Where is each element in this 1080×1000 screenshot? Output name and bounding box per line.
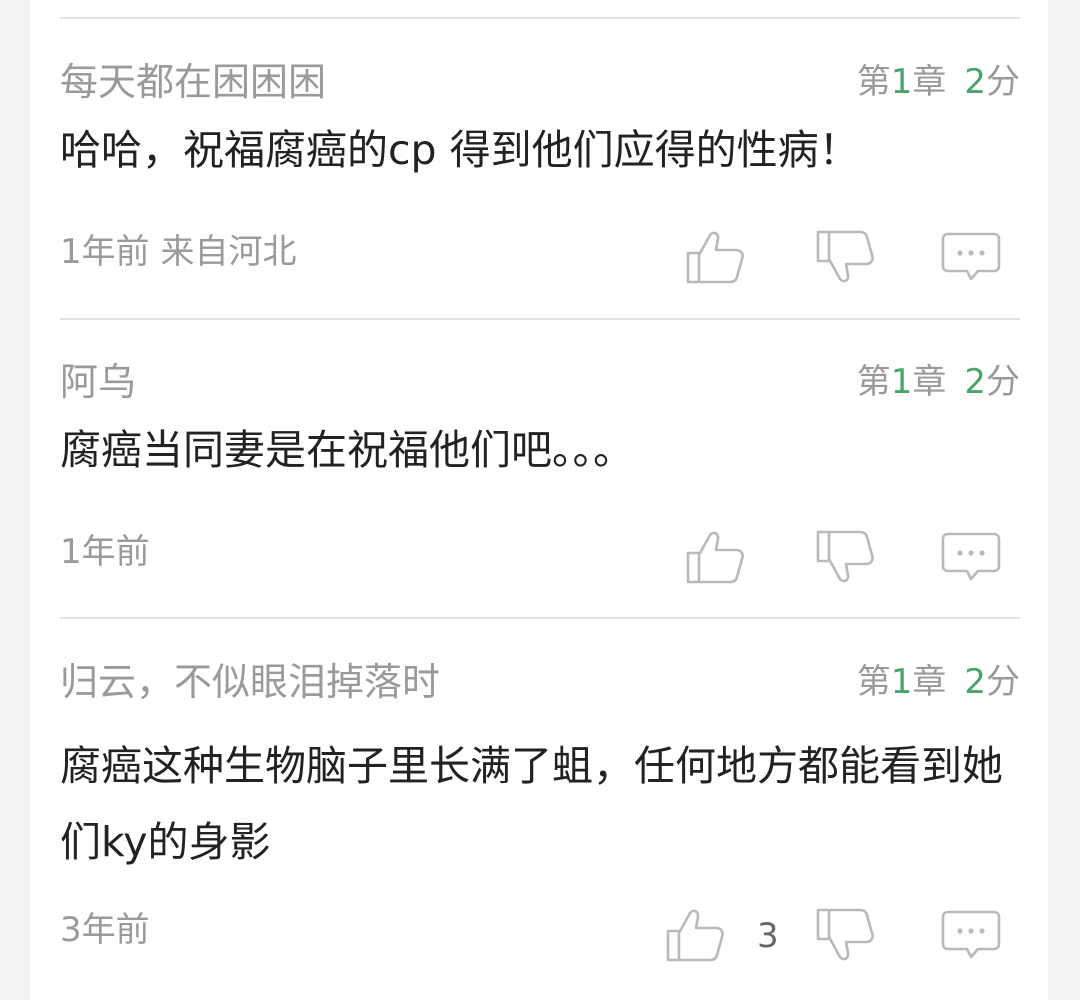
chapter-number: 1 [890,62,913,102]
chapter-prefix: 第 [856,62,891,102]
comment-time: 1年前 来自河北 [60,232,297,272]
reply-button[interactable] [940,526,1002,588]
like-button[interactable] [684,526,746,588]
comment-bubble-icon [941,910,1001,959]
rating-score: 2 [964,62,986,102]
comment-time: 3年前 [60,910,150,950]
thumbs-down-icon [816,530,874,583]
divider [60,617,1020,619]
divider [60,318,1020,320]
chapter-suffix: 章 [912,362,947,402]
comment-text: 腐癌当同妻是在祝福他们吧。。。 [60,426,634,474]
rating-score: 2 [964,662,986,702]
reply-button[interactable] [940,226,1002,288]
comment-time: 1年前 [60,532,150,572]
rating-unit: 分 [986,362,1020,402]
comment-item: 每天都在困困困 第1章 2分 哈哈，祝福腐癌的cp 得到他们应得的性病！ 1年前 … [60,58,1020,308]
dislike-button[interactable] [814,904,876,966]
comment-username[interactable]: 归云，不似眼泪掉落时 [60,658,440,706]
like-button[interactable] [684,226,746,288]
chapter-prefix: 第 [856,662,891,702]
dislike-button[interactable] [814,226,876,288]
comment-text: 腐癌这种生物脑子里长满了蛆，任何地方都能看到她们ky的身影 [60,742,1003,866]
chapter-number: 1 [890,662,913,702]
chapter-suffix: 章 [912,662,947,702]
thumbs-down-icon [816,230,874,283]
like-button[interactable] [664,904,726,966]
comment-meta: 第1章 2分 [857,360,1020,404]
thumbs-up-icon [666,909,724,962]
thumbs-up-icon [686,231,744,284]
chapter-number: 1 [890,362,913,402]
thumbs-up-icon [686,531,744,584]
rating-unit: 分 [986,62,1020,102]
divider [60,17,1020,19]
rating-unit: 分 [986,662,1020,702]
dislike-button[interactable] [814,526,876,588]
comment-item: 阿乌 第1章 2分 腐癌当同妻是在祝福他们吧。。。 1年前 [60,358,1020,608]
comment-meta: 第1章 2分 [857,660,1020,704]
comment-text: 哈哈，祝福腐癌的cp 得到他们应得的性病！ [60,126,860,174]
like-count: 3 [757,916,779,956]
comment-meta: 第1章 2分 [857,60,1020,104]
comment-username[interactable]: 每天都在困困困 [60,58,326,106]
comment-username[interactable]: 阿乌 [60,358,136,406]
comment-bubble-icon [941,232,1001,281]
comment-bubble-icon [941,532,1001,581]
rating-score: 2 [964,362,986,402]
comment-item: 归云，不似眼泪掉落时 第1章 2分 腐癌这种生物脑子里长满了蛆，任何地方都能看到她… [60,658,1020,978]
reply-button[interactable] [940,904,1002,966]
chapter-prefix: 第 [856,362,891,402]
thumbs-down-icon [816,908,874,961]
chapter-suffix: 章 [912,62,947,102]
